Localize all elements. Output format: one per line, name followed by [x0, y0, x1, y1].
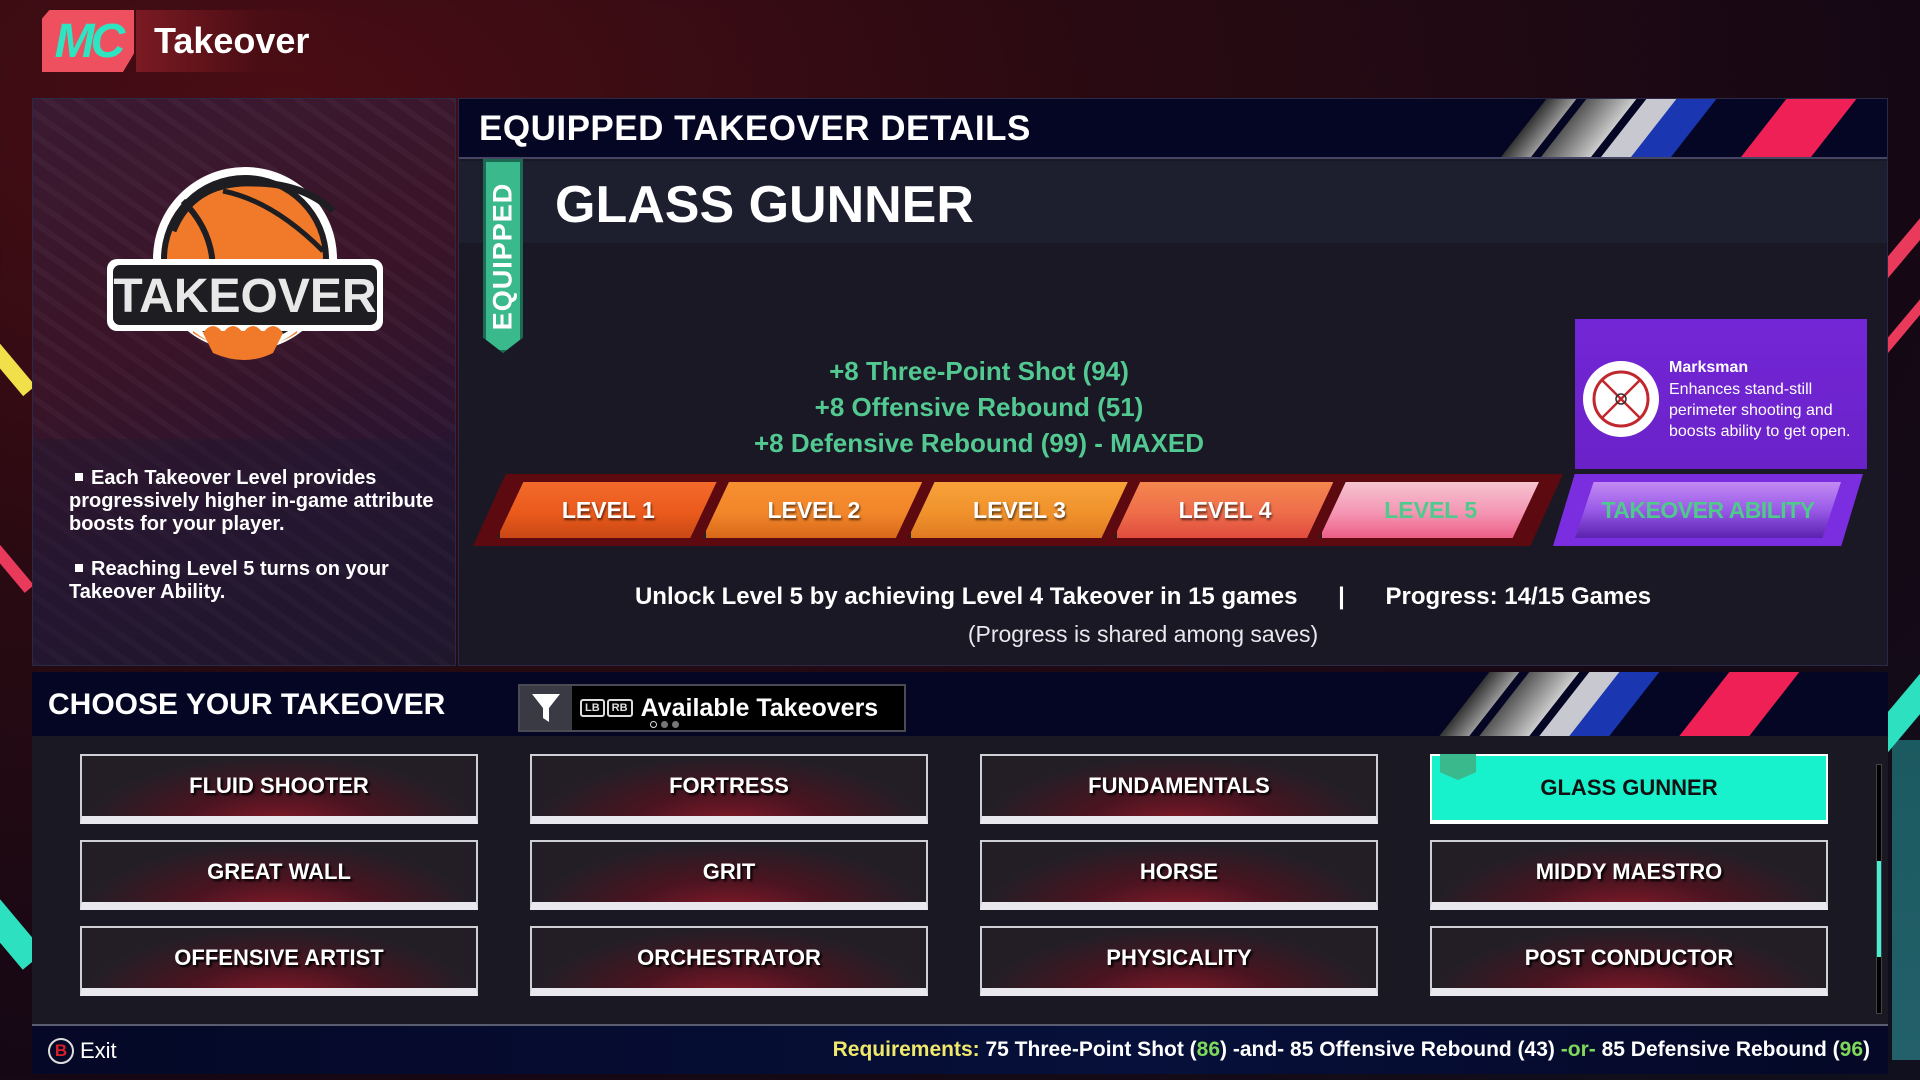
info-item: Reaching Level 5 turns on your Takeover … — [69, 558, 439, 604]
requirement-or: -or- — [1560, 1038, 1596, 1061]
info-text: Reaching Level 5 turns on your Takeover … — [69, 558, 389, 603]
requirement-text: ) — [1863, 1038, 1870, 1061]
requirement-text: 75 Three-Point Shot ( — [985, 1038, 1197, 1061]
takeover-option[interactable]: PHYSICALITY — [980, 926, 1378, 996]
rb-button-icon[interactable]: RB — [606, 699, 633, 717]
takeover-ability-tab: TAKEOVER ABILITY — [1553, 474, 1863, 546]
filter-label: Available Takeovers — [640, 693, 879, 722]
takeover-filter[interactable]: LB RB Available Takeovers — [518, 684, 906, 732]
info-item: Each Takeover Level provides progressive… — [69, 467, 439, 536]
takeover-option[interactable]: MIDDY MAESTRO — [1430, 840, 1828, 910]
separator: | — [1338, 583, 1345, 610]
details-header: EQUIPPED TAKEOVER DETAILS — [459, 99, 1887, 159]
exit-label: Exit — [80, 1038, 117, 1063]
page-dot — [661, 721, 668, 728]
takeover-option[interactable]: GRIT — [530, 840, 928, 910]
decor-slash — [1723, 99, 1865, 157]
attribute-boosts: +8 Three-Point Shot (94) +8 Offensive Re… — [719, 353, 1239, 461]
logo-text: TAKEOVER — [113, 270, 376, 323]
scrollbar-thumb[interactable] — [1877, 861, 1881, 957]
requirement-text: 85 Defensive Rebound ( — [1595, 1038, 1840, 1061]
takeover-info-panel: TAKEOVER Each Takeover Level provides pr… — [32, 98, 456, 666]
info-text: Each Takeover Level provides progressive… — [69, 467, 434, 535]
decor-stripe — [0, 539, 34, 593]
level-4: LEVEL 4 — [1113, 482, 1334, 538]
page-dot — [672, 721, 679, 728]
requirements-label: Requirements: — [832, 1038, 980, 1061]
takeover-grid: FLUID SHOOTER FORTRESS FUNDAMENTALS GLAS… — [80, 754, 1860, 996]
page-indicator — [650, 721, 679, 728]
lb-button-icon[interactable]: LB — [580, 699, 605, 717]
decor-slash — [1666, 672, 1808, 736]
choose-takeover-panel: CHOOSE YOUR TAKEOVER LB RB Available Tak… — [32, 672, 1888, 1024]
progress-text: Progress: 14/15 Games — [1385, 583, 1652, 610]
takeover-option[interactable]: FLUID SHOOTER — [80, 754, 478, 824]
requirement-value-met: 86 — [1196, 1038, 1221, 1061]
mc-logo-icon: MC — [42, 10, 134, 72]
takeover-option[interactable]: OFFENSIVE ARTIST — [80, 926, 478, 996]
exit-button[interactable]: B Exit — [48, 1038, 117, 1064]
equipped-badge: EQUIPPED — [483, 159, 523, 353]
takeover-option[interactable]: FUNDAMENTALS — [980, 754, 1378, 824]
progress-shared-note: (Progress is shared among saves) — [967, 621, 1319, 647]
page-title: Takeover — [136, 10, 342, 72]
page-dot-active — [650, 721, 657, 728]
takeover-option[interactable]: HORSE — [980, 840, 1378, 910]
equipped-details-panel: EQUIPPED TAKEOVER DETAILS EQUIPPED GLASS… — [458, 98, 1888, 666]
ability-description: Enhances stand-still perimeter shooting … — [1669, 381, 1851, 440]
takeover-option[interactable]: GREAT WALL — [80, 840, 478, 910]
takeover-option[interactable]: FORTRESS — [530, 754, 928, 824]
requirements-text: Requirements: 75 Three-Point Shot (86) -… — [833, 1038, 1870, 1062]
app-title-bar: MC Takeover — [42, 10, 342, 72]
takeover-ability-label: TAKEOVER ABILITY — [1575, 482, 1841, 538]
unlock-requirement: Unlock Level 5 by achieving Level 4 Take… — [634, 583, 1298, 610]
takeover-option[interactable]: ORCHESTRATOR — [530, 926, 928, 996]
bumper-hint: LB RB — [580, 699, 633, 717]
ability-name: Marksman — [1669, 359, 1749, 376]
section-title: CHOOSE YOUR TAKEOVER — [48, 688, 446, 721]
takeover-option-selected[interactable]: GLASS GUNNER — [1430, 754, 1828, 824]
footer-bar: B Exit Requirements: 75 Three-Point Shot… — [32, 1024, 1888, 1074]
level-2: LEVEL 2 — [702, 482, 923, 538]
level-1: LEVEL 1 — [497, 482, 717, 538]
equipped-takeover-name: GLASS GUNNER — [555, 176, 974, 234]
bullet-icon — [75, 473, 83, 482]
takeover-logo-icon: TAKEOVER — [107, 167, 383, 360]
takeover-option[interactable]: POST CONDUCTOR — [1430, 926, 1828, 996]
takeover-option-label: GLASS GUNNER — [1540, 775, 1718, 800]
level-5: LEVEL 5 — [1319, 482, 1539, 538]
boost-line: +8 Offensive Rebound (51) — [814, 392, 1144, 422]
takeover-list-scrollbar[interactable] — [1876, 764, 1882, 1014]
b-button-icon: B — [48, 1038, 74, 1064]
crosshair-icon — [1583, 361, 1659, 437]
level-track: LEVEL 1 LEVEL 2 LEVEL 3 LEVEL 4 LEVEL 5 — [473, 474, 1563, 546]
unlock-progress-row: Unlock Level 5 by achieving Level 4 Take… — [459, 583, 1887, 611]
takeover-info-text: Each Takeover Level provides progressive… — [69, 467, 439, 626]
decor-stripe — [0, 339, 36, 397]
level-3: LEVEL 3 — [908, 482, 1128, 538]
section-title: EQUIPPED TAKEOVER DETAILS — [479, 109, 1031, 148]
requirement-value-met: 96 — [1839, 1038, 1863, 1061]
filter-icon[interactable] — [520, 686, 572, 730]
decor-panel — [1892, 740, 1920, 1060]
boost-line: +8 Defensive Rebound (99) - MAXED — [753, 428, 1205, 458]
requirement-text: ) -and- 85 Offensive Rebound (43) — [1220, 1038, 1561, 1061]
boost-line: +8 Three-Point Shot (94) — [829, 356, 1129, 386]
ability-card: Marksman Enhances stand-still perimeter … — [1575, 319, 1867, 469]
bullet-icon — [75, 564, 83, 573]
choose-header: CHOOSE YOUR TAKEOVER LB RB Available Tak… — [32, 672, 1888, 736]
equipped-badge-icon — [1440, 754, 1476, 780]
equipped-label: EQUIPPED — [487, 182, 518, 330]
